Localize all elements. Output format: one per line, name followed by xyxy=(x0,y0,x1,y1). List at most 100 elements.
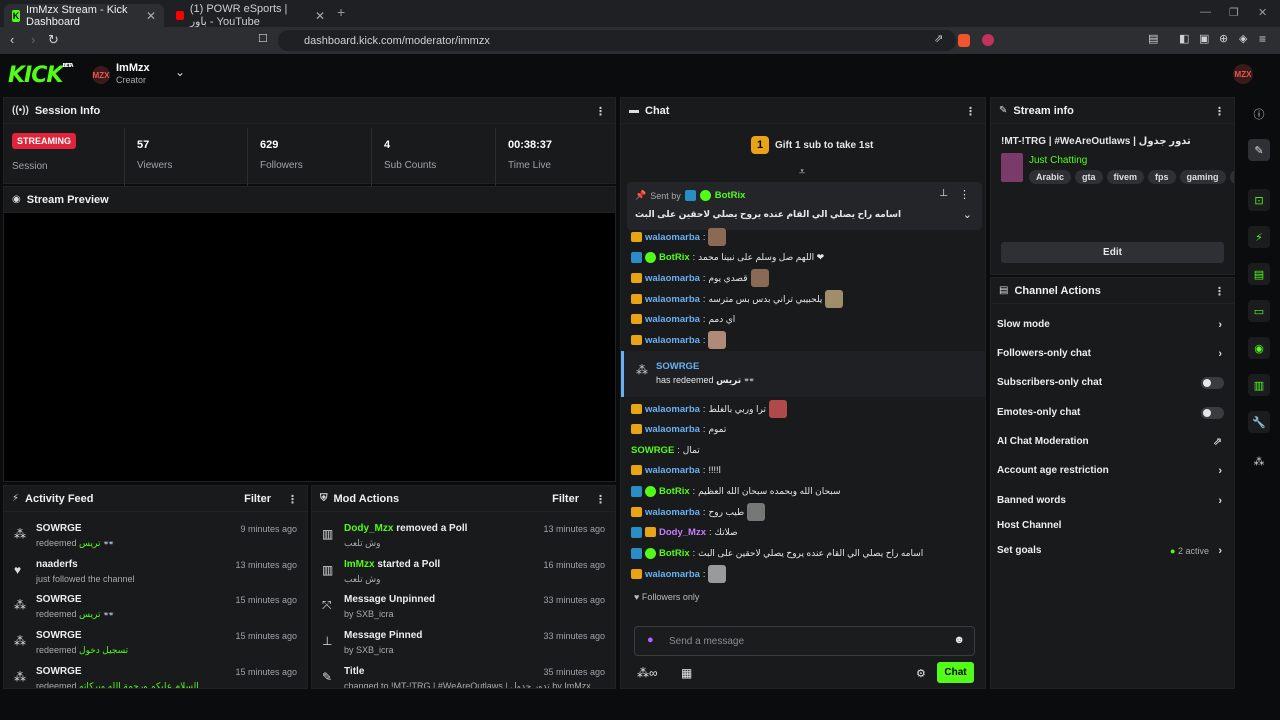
back-icon[interactable]: ‹ xyxy=(10,32,14,47)
info-icon[interactable]: ⓘ xyxy=(1248,103,1270,125)
chat-menu-icon[interactable]: ⋮ xyxy=(965,105,976,118)
poll-icon: ▥ xyxy=(322,563,334,577)
mod-menu-icon[interactable]: ⋮ xyxy=(595,493,606,506)
chat-panel: ▬ Chat ⋮ 1 Gift 1 sub to take 1st ⩡ 📌 Sent… xyxy=(620,97,986,689)
chat-message[interactable]: walaomarba: ترا وربي بالغلط xyxy=(631,399,787,419)
tag[interactable]: gaming xyxy=(1179,170,1226,184)
brave-shield-icon[interactable] xyxy=(958,34,970,47)
tag[interactable]: gta xyxy=(1075,170,1103,184)
chat-message[interactable]: walaomarba: طيب روح xyxy=(631,502,766,522)
pin-toggle-icon[interactable]: ⊥ xyxy=(939,188,948,199)
chat-message[interactable]: Dody_Mzx: صلاتك xyxy=(631,522,738,542)
gift-rank-badge: 1 xyxy=(751,136,769,154)
broadcast-icon[interactable]: ◉ xyxy=(1248,337,1270,359)
gift-icon[interactable]: ▦ xyxy=(681,666,692,680)
chat-message[interactable]: walaomarba: xyxy=(631,564,727,584)
vpn-icon[interactable]: ⊕ xyxy=(1219,32,1228,45)
emoji-icon[interactable]: ☻ xyxy=(953,634,965,646)
subscribers-only-toggle[interactable] xyxy=(1201,376,1224,389)
tag[interactable]: Arabic xyxy=(1029,170,1072,184)
minimize-icon[interactable]: — xyxy=(1200,6,1211,18)
poll-icon: ▥ xyxy=(322,527,334,541)
session-info-panel: ((•)) Session Info ⋮ STREAMING Session 57… xyxy=(3,97,616,186)
chat-icon[interactable]: ▭ xyxy=(1248,300,1270,322)
bookmark-icon[interactable]: ☐ xyxy=(258,32,268,45)
mod-filter-button[interactable]: Filter xyxy=(552,493,579,505)
close-tab-icon[interactable]: ✕ xyxy=(146,9,156,23)
close-tab-icon[interactable]: ✕ xyxy=(315,9,325,23)
community-icon[interactable]: ⁂ xyxy=(1248,450,1270,472)
followers-only-row[interactable]: Followers-only chat › xyxy=(991,339,1234,368)
reader-icon[interactable]: ◧ xyxy=(1179,32,1189,45)
brave-rewards-icon[interactable] xyxy=(982,34,994,46)
capture-icon[interactable]: ⊡ xyxy=(1248,189,1270,211)
stream-category[interactable]: Just Chatting xyxy=(1029,155,1087,166)
chat-input[interactable]: ● Send a message ☻ xyxy=(634,626,975,656)
tag[interactable]: fps xyxy=(1148,170,1176,184)
pencil-icon[interactable]: ✎ xyxy=(1248,139,1270,161)
subscribers-only-row[interactable]: Subscribers-only chat xyxy=(991,368,1234,397)
restore-icon[interactable]: ❐ xyxy=(1229,6,1239,19)
ai-moderation-row[interactable]: AI Chat Moderation ⇗ xyxy=(991,427,1234,456)
preview-icon: ◉ xyxy=(12,194,21,205)
slow-mode-row[interactable]: Slow mode › xyxy=(991,310,1234,339)
chat-message[interactable]: walaomarba: !!!!ا xyxy=(631,460,721,480)
chat-message[interactable]: walaomarba: قصدي يوم xyxy=(631,268,769,288)
channel-switcher-chevron-icon[interactable]: ⌄ xyxy=(175,65,185,79)
tab-kick-dashboard[interactable]: K ImMzx Stream - Kick Dashboard ✕ xyxy=(4,4,164,28)
shield-icon[interactable]: ◈ xyxy=(1239,32,1247,45)
chat-message[interactable]: SOWRGE: تمال xyxy=(631,440,700,460)
activity-filter-button[interactable]: Filter xyxy=(244,493,271,505)
share-icon[interactable]: ⇗ xyxy=(934,32,943,45)
kick-logo[interactable]: KICKBETA xyxy=(8,63,74,88)
pin-icon: ⊥ xyxy=(322,634,333,648)
edit-stream-button[interactable]: Edit xyxy=(1001,242,1224,263)
emotes-only-toggle[interactable] xyxy=(1201,406,1224,419)
chat-message[interactable]: BotRix: اللهم صل وسلم على نبينا محمد ❤ xyxy=(631,247,824,267)
settings-icon[interactable]: ⚙ xyxy=(916,667,926,680)
wrench-icon[interactable]: 🔧 xyxy=(1248,411,1270,433)
wallet-icon[interactable]: ▣ xyxy=(1199,32,1209,45)
menu-icon[interactable]: ≡ xyxy=(1259,32,1266,46)
browser-tab-bar: K ImMzx Stream - Kick Dashboard ✕ (1) PO… xyxy=(0,0,1280,28)
chat-message[interactable]: walaomarba: اي دمم xyxy=(631,309,735,329)
gift-leaderboard[interactable]: 1 Gift 1 sub to take 1st xyxy=(751,136,873,154)
lightning-icon[interactable]: ⚡ xyxy=(1248,226,1270,248)
tag[interactable]: fivem xyxy=(1106,170,1145,184)
chat-message[interactable]: walaomarba: تموم xyxy=(631,419,726,439)
close-window-icon[interactable]: ✕ xyxy=(1258,6,1267,19)
chat-message[interactable]: walaomarba: يلحبيبي تراني بدس بس مترسه xyxy=(631,289,844,309)
tab-youtube[interactable]: (1) POWR eSports | باور - YouTube ✕ xyxy=(168,3,333,28)
expand-pinned-icon[interactable]: ⌄ xyxy=(963,208,972,221)
pinned-message[interactable]: 📌 Sent by BotRix اسامه راح يصلي الي القام … xyxy=(627,182,982,230)
account-age-row[interactable]: Account age restriction › xyxy=(991,456,1234,485)
sidebar-toggle-icon[interactable]: ▤ xyxy=(1148,32,1158,45)
channel-actions-menu-icon[interactable]: ⋮ xyxy=(1214,285,1225,298)
chat-message[interactable]: walaomarba: xyxy=(631,330,727,350)
clipboard-icon[interactable]: ▤ xyxy=(1248,263,1270,285)
kick-favicon-icon: K xyxy=(12,9,21,22)
chat-message[interactable]: walaomarba: xyxy=(631,227,727,247)
set-goals-row[interactable]: Set goals ● 2 active › xyxy=(991,536,1234,565)
url-text[interactable]: dashboard.kick.com/moderator/immzx xyxy=(304,35,490,47)
community-icon[interactable]: ⁂∞ xyxy=(637,666,658,680)
session-menu-icon[interactable]: ⋮ xyxy=(595,105,606,118)
tag[interactable]: mt xyxy=(1229,170,1234,184)
chat-message[interactable]: BotRix: سبحان الله وبحمده سبحان الله العظ… xyxy=(631,481,841,501)
send-chat-button[interactable]: Chat xyxy=(937,662,974,683)
redeem-icon: ⁂ xyxy=(636,363,648,377)
emotes-only-row[interactable]: Emotes-only chat xyxy=(991,398,1234,427)
pinned-menu-icon[interactable]: ⋮ xyxy=(959,188,970,201)
chat-message[interactable]: BotRix: اسامه راح يصلي الي القام عنده يرو… xyxy=(631,543,923,563)
activity-menu-icon[interactable]: ⋮ xyxy=(287,493,298,506)
stream-info-menu-icon[interactable]: ⋮ xyxy=(1214,105,1225,118)
user-avatar[interactable]: MZX xyxy=(1233,64,1253,84)
reload-icon[interactable]: ↻ xyxy=(48,32,59,48)
new-tab-icon[interactable]: + xyxy=(337,4,345,20)
microphone-icon[interactable]: ● xyxy=(647,634,654,646)
shield-icon: ⛨ xyxy=(320,493,328,504)
address-bar[interactable]: dashboard.kick.com/moderator/immzx xyxy=(278,30,956,51)
layout-icon[interactable]: ▥ xyxy=(1248,374,1270,396)
forward-icon[interactable]: › xyxy=(31,32,35,47)
collapse-icon[interactable]: ⩡ xyxy=(799,166,805,179)
